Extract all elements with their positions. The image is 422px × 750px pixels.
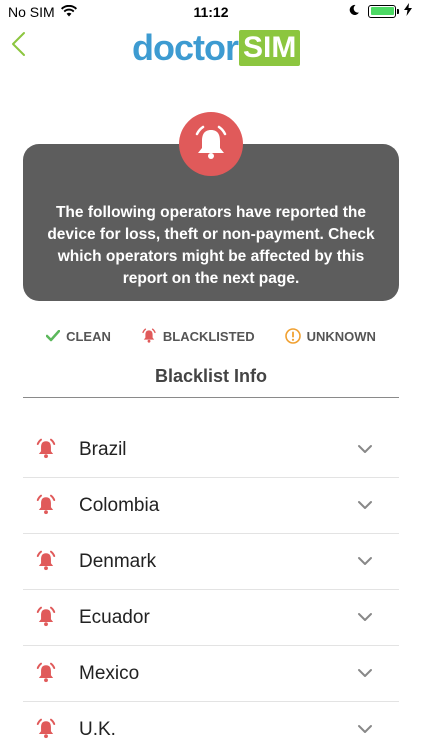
bell-icon <box>142 328 156 343</box>
logo-text-sim: SIM <box>239 30 301 66</box>
country-row[interactable]: U.K. <box>23 702 399 750</box>
country-name: Mexico <box>79 663 140 684</box>
bell-icon <box>35 606 57 628</box>
screen: No SIM 11:12 doctor SIM The following op… <box>0 0 422 750</box>
chevron-down-icon[interactable] <box>357 442 373 454</box>
alert-bell-icon <box>179 112 243 176</box>
country-name: Denmark <box>79 551 157 572</box>
country-row[interactable]: Brazil <box>23 422 399 478</box>
exclamation-circle-icon <box>284 328 301 344</box>
bell-icon <box>35 550 57 572</box>
chevron-down-icon[interactable] <box>357 498 373 510</box>
country-list: Brazil Colombia Denmark Ecuador Mexico U.K. <box>23 422 399 750</box>
country-row[interactable]: Mexico <box>23 646 399 702</box>
legend-clean: CLEAN <box>46 326 111 346</box>
country-name: Brazil <box>79 439 127 460</box>
doctorsim-logo: doctor SIM <box>132 27 301 68</box>
header: doctor SIM <box>0 24 422 70</box>
moon-icon <box>348 3 360 19</box>
status-bar: No SIM 11:12 <box>0 0 422 24</box>
chevron-down-icon[interactable] <box>357 666 373 678</box>
country-name: Ecuador <box>79 607 150 628</box>
country-name: U.K. <box>79 719 116 740</box>
status-right <box>348 3 412 19</box>
chevron-down-icon[interactable] <box>357 722 373 734</box>
status-legend: CLEAN BLACKLISTED UNKNOWN <box>0 326 422 346</box>
logo-text-doctor: doctor <box>132 27 239 68</box>
bell-icon <box>35 662 57 684</box>
country-row[interactable]: Colombia <box>23 478 399 534</box>
legend-clean-label: CLEAN <box>66 328 111 344</box>
section-title: Blacklist Info <box>154 366 268 386</box>
country-row[interactable]: Denmark <box>23 534 399 590</box>
legend-blacklisted: BLACKLISTED <box>141 326 255 346</box>
chevron-left-icon <box>12 32 25 56</box>
battery-icon <box>368 4 399 18</box>
charging-icon <box>404 3 412 19</box>
chevron-down-icon[interactable] <box>357 610 373 622</box>
legend-unknown: UNKNOWN <box>284 326 376 346</box>
alert-message: The following operators have reported th… <box>47 204 375 287</box>
legend-unknown-label: UNKNOWN <box>306 328 376 344</box>
chevron-down-icon[interactable] <box>357 554 373 566</box>
back-button[interactable] <box>8 30 32 58</box>
bell-icon <box>35 438 57 460</box>
country-row[interactable]: Ecuador <box>23 590 399 646</box>
legend-blacklisted-label: BLACKLISTED <box>162 328 255 344</box>
bell-icon <box>35 718 57 740</box>
section-divider <box>23 397 399 398</box>
country-name: Colombia <box>79 495 160 516</box>
bell-icon <box>35 494 57 516</box>
check-icon <box>46 330 61 342</box>
